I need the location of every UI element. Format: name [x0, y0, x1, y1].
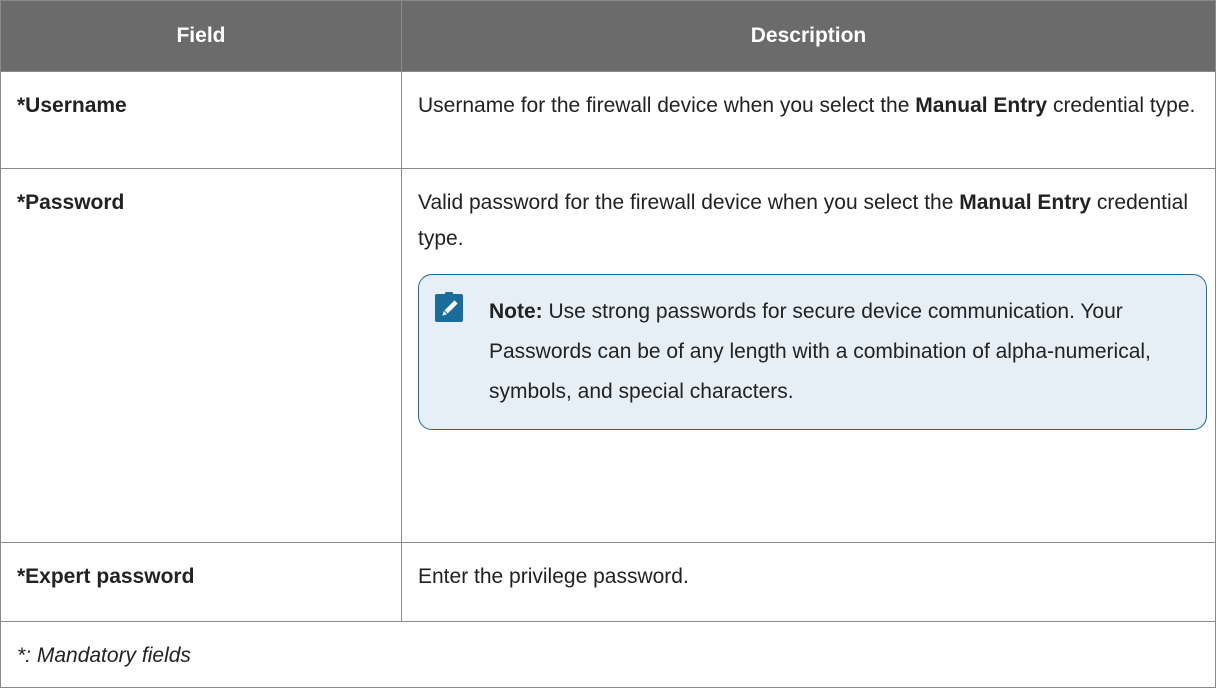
note-body: Use strong passwords for secure device c…	[489, 300, 1151, 403]
mandatory-fields-footnote: *: Mandatory fields	[0, 621, 1216, 688]
table-row-password: *Password Valid password for the firewal…	[0, 168, 1216, 543]
description-bold-text: Manual Entry	[959, 191, 1092, 214]
description-bold-text: Manual Entry	[915, 94, 1048, 117]
description-text: Username for the firewall device when yo…	[418, 94, 916, 117]
description-text: Valid password for the firewall device w…	[418, 191, 960, 214]
field-name-expert-password: *Expert password	[0, 542, 402, 622]
fields-table: Field Description *Username Username for…	[0, 0, 1216, 688]
note-box: Note: Use strong passwords for secure de…	[418, 274, 1207, 430]
field-name-username: *Username	[0, 71, 402, 169]
field-description-password: Valid password for the firewall device w…	[401, 168, 1216, 543]
field-name-password: *Password	[0, 168, 402, 543]
note-label: Note:	[489, 300, 543, 323]
password-description-text: Valid password for the firewall device w…	[418, 185, 1207, 257]
note-text: Note: Use strong passwords for secure de…	[489, 292, 1192, 412]
header-description: Description	[401, 0, 1216, 72]
table-row-expert-password: *Expert password Enter the privilege pas…	[0, 542, 1216, 622]
table-row-footnote: *: Mandatory fields	[0, 621, 1216, 688]
header-field: Field	[0, 0, 402, 72]
table-header-row: Field Description	[0, 0, 1216, 72]
field-description-expert-password: Enter the privilege password.	[401, 542, 1216, 622]
table-row-username: *Username Username for the firewall devi…	[0, 71, 1216, 169]
field-description-username: Username for the firewall device when yo…	[401, 71, 1216, 169]
pencil-note-icon	[435, 292, 463, 322]
description-text: credential type.	[1047, 94, 1196, 117]
